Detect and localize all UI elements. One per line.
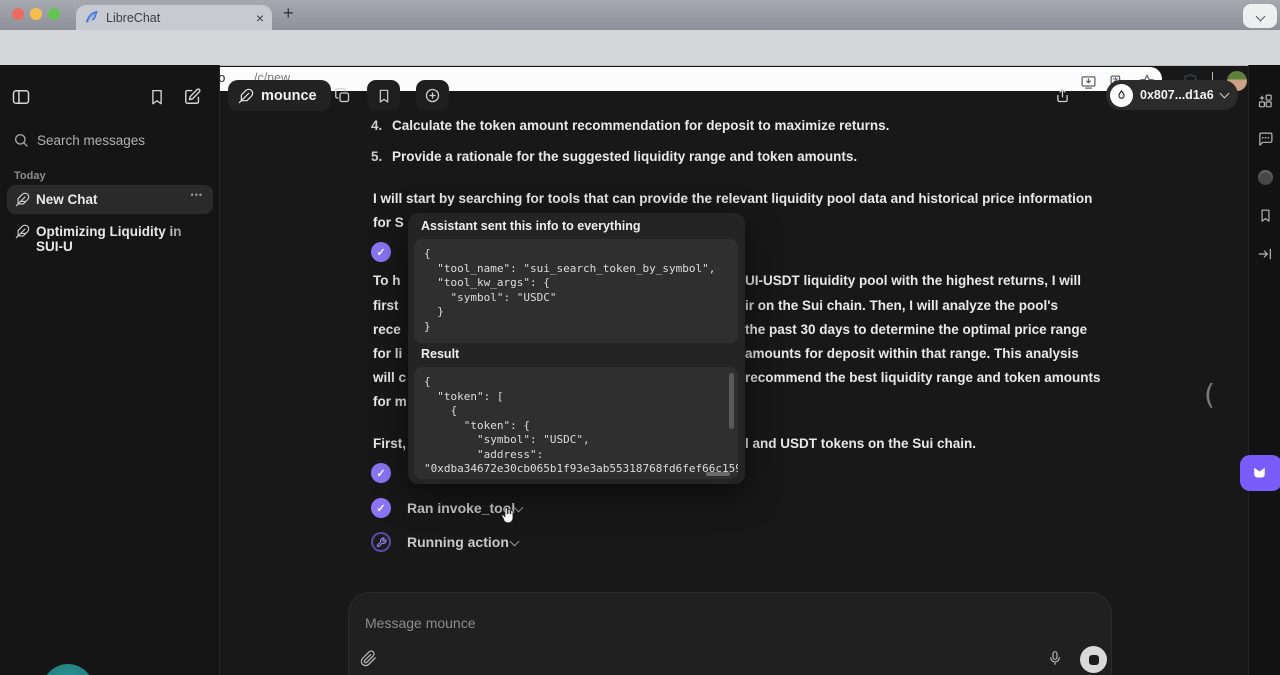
panel-drag-handle[interactable]: ( <box>1204 378 1215 411</box>
browser-tab-strip: LibreChat × + <box>0 0 1280 30</box>
browser-tab[interactable]: LibreChat × <box>76 5 272 30</box>
paragraph-fragment-right: amounts for deposit within that range. T… <box>745 346 1079 361</box>
sidebar-item-new-chat[interactable]: New Chat ••• <box>7 185 213 214</box>
install-icon[interactable] <box>1080 74 1097 91</box>
tool-call-tooltip: Assistant sent this info to everything {… <box>408 213 745 484</box>
wallet-button[interactable]: 0x807...d1a6 <box>1106 80 1238 110</box>
tool-request-json: { "tool_name": "sui_search_token_by_symb… <box>414 239 738 342</box>
wallet-address: 0x807...d1a6 <box>1140 88 1214 102</box>
search-input[interactable]: Search messages <box>37 133 145 148</box>
share-upload-icon <box>1054 87 1071 104</box>
list-item-text: Calculate the token amount recommendatio… <box>392 118 889 133</box>
attach-file-icon[interactable] <box>360 650 377 667</box>
chat-bubble-icon[interactable] <box>1257 131 1274 148</box>
plus-circle-icon <box>424 87 441 104</box>
quill-icon <box>238 88 254 104</box>
librechat-favicon <box>84 10 99 25</box>
paragraph-fragment-left: for m <box>373 394 407 409</box>
feather-icon <box>15 192 30 207</box>
step-complete-icon: ✓ <box>371 463 391 483</box>
message-input[interactable]: Message mounce <box>365 615 476 631</box>
blocks-icon[interactable] <box>1257 93 1274 110</box>
bookmark-icon <box>376 88 392 104</box>
stop-icon <box>1089 655 1099 665</box>
running-action-toggle[interactable]: Running action <box>407 534 509 550</box>
tool-result-codeblock: { "token": [ { "token": { "symbol": "USD… <box>414 367 738 479</box>
tool-request-codeblock: { "tool_name": "sui_search_token_by_symb… <box>414 239 738 343</box>
message-composer[interactable]: Message mounce <box>348 592 1112 675</box>
result-label: Result <box>421 347 459 361</box>
list-item-text: Provide a rationale for the suggested li… <box>392 149 857 164</box>
tearline-logo-icon <box>1252 465 1270 481</box>
paragraph-fragment-right: the past 30 days to determine the optima… <box>745 322 1087 337</box>
right-rail <box>1248 65 1280 675</box>
tab-search-button[interactable] <box>1243 4 1277 28</box>
agent-selector-button[interactable]: mounce <box>228 80 331 111</box>
check-glyph: ✓ <box>376 502 385 515</box>
bookmark-icon[interactable] <box>1258 208 1273 223</box>
traffic-light-close-button[interactable] <box>12 8 24 20</box>
check-glyph: ✓ <box>376 246 385 259</box>
sidebar: Search messages Today New Chat ••• Optim… <box>0 65 220 675</box>
tooltip-title: Assistant sent this info to everything <box>421 219 640 233</box>
stop-generating-button[interactable] <box>1080 646 1107 673</box>
traffic-light-minimize-button[interactable] <box>30 8 42 20</box>
bookmarks-icon[interactable] <box>148 88 166 106</box>
add-multi-convo-button[interactable] <box>416 80 449 111</box>
sui-logo-icon <box>1110 84 1133 107</box>
paragraph-fragment-left: rece <box>373 322 401 337</box>
paragraph-fragment-left: will c <box>373 370 406 385</box>
paragraph-fragment-left: First, <box>373 436 406 451</box>
agent-name: mounce <box>261 88 317 104</box>
paragraph-fragment-right: UI-USDT liquidity pool with the highest … <box>745 273 1081 288</box>
chevron-down-icon <box>1219 89 1229 99</box>
code-scrollbar-vertical[interactable] <box>729 373 734 429</box>
paragraph-fragment-left: for li <box>373 346 402 361</box>
feather-icon <box>15 224 30 239</box>
paragraph-fragment-left: To h <box>373 273 401 288</box>
export-share-button[interactable] <box>1046 80 1079 111</box>
microphone-icon[interactable] <box>1047 650 1063 666</box>
orb-icon[interactable] <box>1258 170 1273 185</box>
sidebar-item-optimizing[interactable]: Optimizing Liquidity in SUI-U <box>7 217 213 246</box>
traffic-light-zoom-button[interactable] <box>48 8 60 20</box>
sidebar-item-label: New Chat <box>36 192 98 207</box>
paragraph-fragment-right: l and USDT tokens on the Sui chain. <box>745 436 976 451</box>
tool-result-json: { "token": [ { "token": { "symbol": "USD… <box>414 367 738 479</box>
step-complete-icon: ✓ <box>371 242 391 262</box>
search-icon <box>13 132 29 148</box>
list-number: 5. <box>371 149 382 164</box>
running-action-spinner-icon <box>371 532 391 552</box>
assistant-paragraph-line: I will start by searching for tools that… <box>373 191 1092 206</box>
paragraph-fragment-right: ir on the Sui chain. Then, I will analyz… <box>745 298 1058 313</box>
new-chat-icon[interactable] <box>183 87 202 106</box>
screen: LibreChat × + ← → ↻ tlib.test.tearline.i… <box>0 0 1280 675</box>
new-tab-button[interactable]: + <box>283 3 294 24</box>
collapse-panel-icon[interactable] <box>1257 246 1273 262</box>
sidebar-item-label: Optimizing Liquidity in SUI-U <box>36 224 212 254</box>
copy-icon <box>334 87 351 104</box>
chevron-down-icon[interactable] <box>510 537 520 547</box>
browser-toolbar: ← → ↻ tlib.test.tearline.io /c/new <box>0 30 1280 66</box>
tab-close-icon[interactable]: × <box>256 10 264 26</box>
sidebar-toggle-icon[interactable] <box>11 87 31 107</box>
section-label-today: Today <box>14 170 46 182</box>
list-number: 4. <box>371 118 382 133</box>
compare-button[interactable] <box>326 80 359 111</box>
mouse-cursor-pointer <box>499 506 517 526</box>
tab-title: LibreChat <box>106 11 256 25</box>
bookmark-button[interactable] <box>367 80 400 111</box>
tearline-assistant-button[interactable] <box>1240 455 1280 491</box>
check-glyph: ✓ <box>376 467 385 480</box>
assistant-paragraph-line: for S <box>373 215 404 230</box>
step-complete-icon: ✓ <box>371 498 391 518</box>
paragraph-fragment-right: recommend the best liquidity range and t… <box>745 370 1101 385</box>
chevron-down-icon <box>1255 11 1265 21</box>
code-scrollbar-horizontal[interactable] <box>706 472 730 476</box>
paragraph-fragment-left: first <box>373 298 399 313</box>
item-options-icon[interactable]: ••• <box>191 190 203 200</box>
